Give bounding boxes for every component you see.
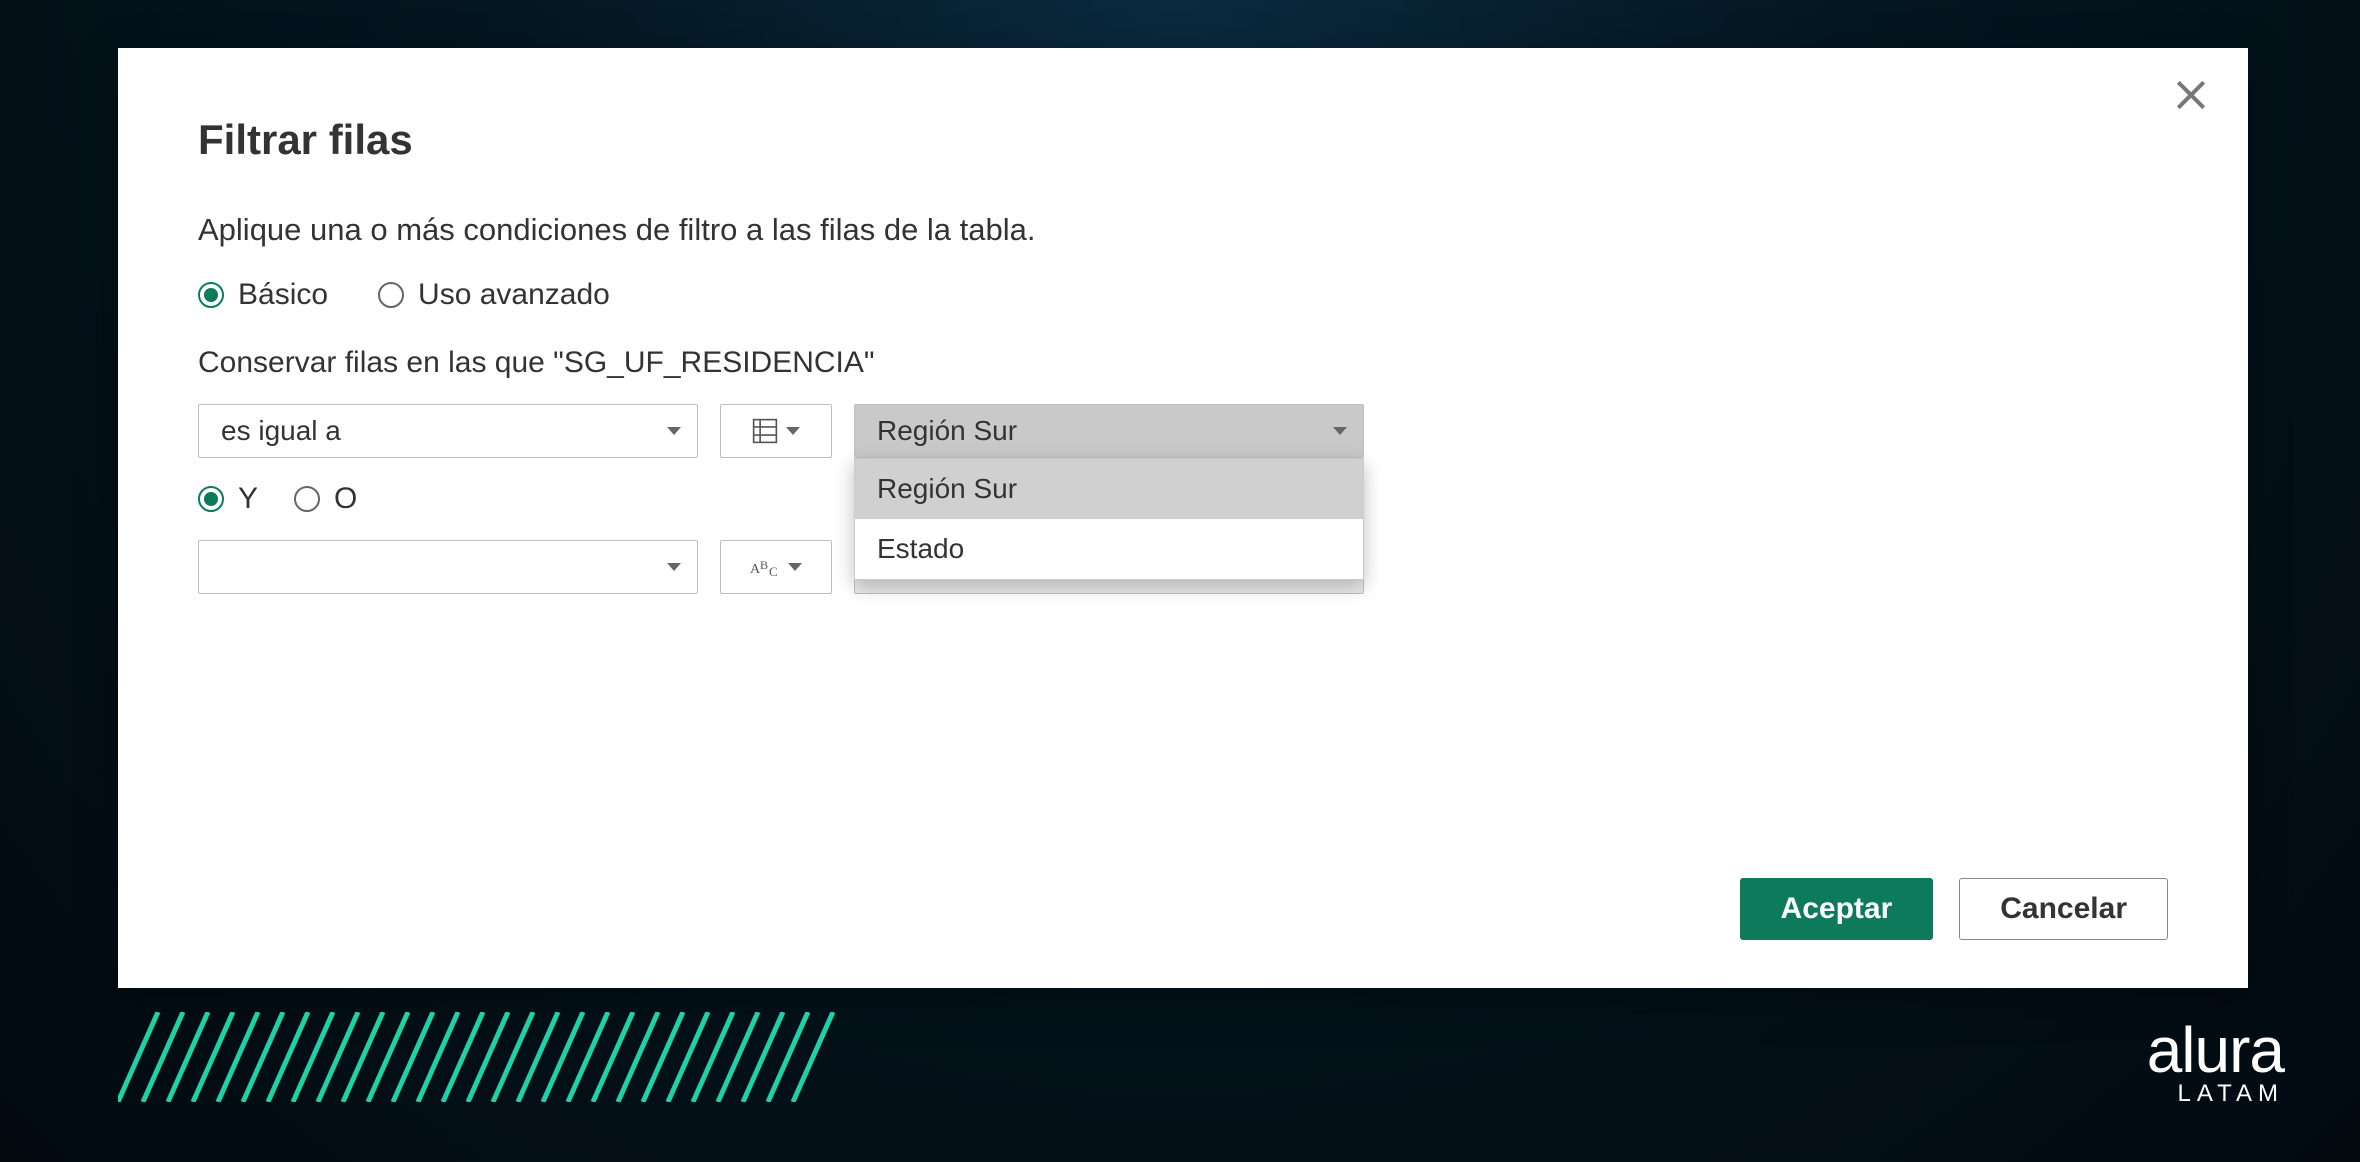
- radio-icon: [378, 282, 404, 308]
- radio-advanced[interactable]: Uso avanzado: [378, 278, 610, 312]
- chevron-down-icon: [788, 563, 802, 571]
- condition-text: Conservar filas en las que "SG_UF_RESIDE…: [198, 346, 2168, 380]
- radio-basic[interactable]: Básico: [198, 278, 328, 312]
- list-type-icon: [752, 418, 778, 444]
- svg-text:B: B: [760, 558, 768, 572]
- svg-text:C: C: [769, 564, 778, 578]
- operator-dropdown-1[interactable]: es igual a: [198, 404, 698, 458]
- dropdown-option[interactable]: Estado: [855, 519, 1363, 579]
- close-icon: [2172, 76, 2210, 114]
- operator-dropdown-2[interactable]: [198, 540, 698, 594]
- value-selected: Región Sur: [877, 415, 1017, 447]
- value-dropdown-menu: Región Sur Estado: [854, 458, 1364, 580]
- mode-radio-group: Básico Uso avanzado: [198, 278, 2168, 312]
- radio-advanced-label: Uso avanzado: [418, 278, 610, 312]
- decorative-stripes: [118, 1012, 838, 1102]
- value-wrapper-1: Región Sur Región Sur Estado: [854, 404, 1364, 458]
- type-dropdown-1[interactable]: [720, 404, 832, 458]
- cancel-button[interactable]: Cancelar: [1959, 878, 2168, 940]
- dialog-subtitle: Aplique una o más condiciones de filtro …: [198, 212, 2168, 248]
- accept-button[interactable]: Aceptar: [1740, 878, 1934, 940]
- radio-and[interactable]: Y: [198, 482, 258, 516]
- dialog-button-row: Aceptar Cancelar: [1740, 878, 2168, 940]
- text-type-icon: A B C: [750, 556, 780, 578]
- type-dropdown-2[interactable]: A B C: [720, 540, 832, 594]
- radio-icon: [198, 282, 224, 308]
- dropdown-option[interactable]: Región Sur: [855, 459, 1363, 519]
- filter-rows-dialog: Filtrar filas Aplique una o más condicio…: [118, 48, 2248, 988]
- radio-icon: [294, 486, 320, 512]
- radio-and-label: Y: [238, 482, 258, 516]
- radio-or-label: O: [334, 482, 357, 516]
- close-button[interactable]: [2172, 76, 2210, 114]
- operator-value: es igual a: [221, 415, 341, 447]
- dialog-title: Filtrar filas: [198, 116, 2168, 164]
- filter-row-1: es igual a Región Sur Región Sur Est: [198, 404, 2168, 458]
- chevron-down-icon: [786, 427, 800, 435]
- chevron-down-icon: [667, 427, 681, 435]
- logo-name: alura: [2147, 1018, 2284, 1082]
- value-dropdown-1[interactable]: Región Sur: [854, 404, 1364, 458]
- radio-or[interactable]: O: [294, 482, 357, 516]
- chevron-down-icon: [667, 563, 681, 571]
- chevron-down-icon: [1333, 427, 1347, 435]
- brand-logo: alura LATAM: [2147, 1018, 2284, 1108]
- radio-basic-label: Básico: [238, 278, 328, 312]
- radio-icon: [198, 486, 224, 512]
